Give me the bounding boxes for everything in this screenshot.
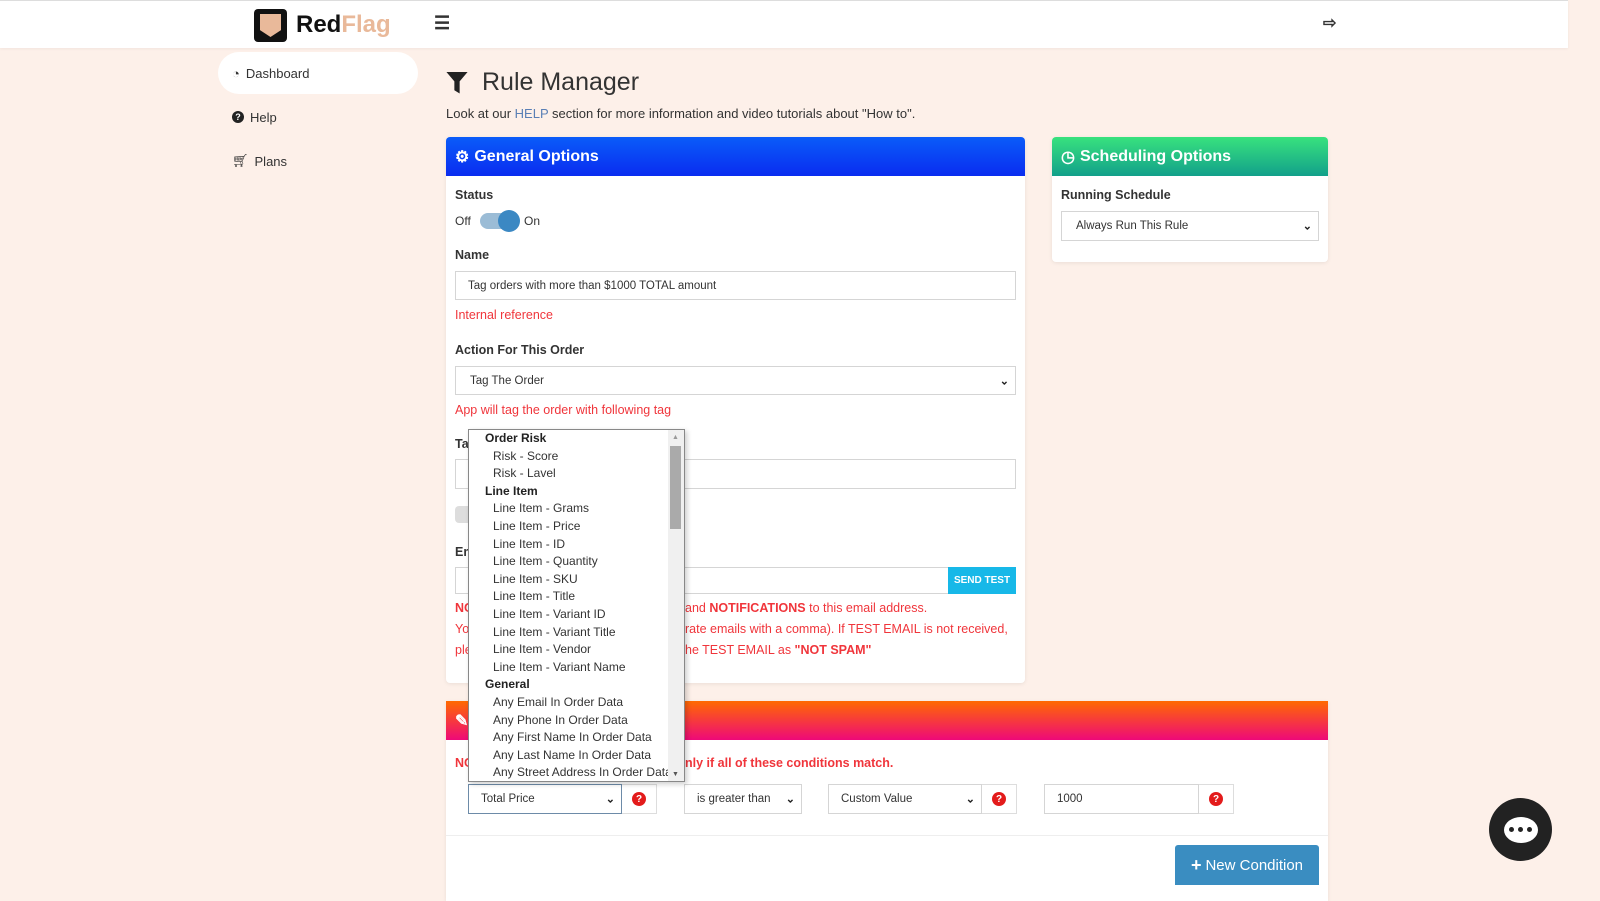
dropdown-option[interactable]: Line Item - Quantity: [469, 553, 669, 571]
chevron-down-icon: ⌄: [1302, 220, 1312, 233]
name-input[interactable]: Tag orders with more than $1000 TOTAL am…: [455, 271, 1016, 300]
dropdown-option[interactable]: Line Item - Variant ID: [469, 606, 669, 624]
edit-icon: ✎: [455, 712, 469, 730]
chevron-down-icon: ⌄: [965, 793, 975, 806]
sidebar-item-plans[interactable]: 🛒︎ Plans: [218, 140, 418, 182]
email-note-1-rest: and NOTIFICATIONS to this email address.: [685, 601, 928, 615]
email-note-2-rest: rate emails with a comma). If TEST EMAIL…: [685, 622, 1008, 636]
dropdown-scrollbar[interactable]: ▲ ▼: [668, 430, 684, 781]
shopping-cart-icon: 🛒︎: [232, 153, 249, 168]
dropdown-option[interactable]: Line Item - Vendor: [469, 641, 669, 659]
value-type-help-button[interactable]: ?: [982, 784, 1017, 814]
sidebar-item-help[interactable]: ? Help: [218, 96, 418, 138]
condition-value-type-select[interactable]: Custom Value ⌄: [828, 784, 982, 814]
send-test-button[interactable]: SEND TEST: [948, 567, 1016, 594]
question-icon: ?: [1209, 792, 1223, 806]
chevron-down-icon: ⌄: [785, 793, 795, 806]
sign-out-icon[interactable]: ⇨: [1323, 13, 1336, 33]
scheduling-options-header: ◷ Scheduling Options: [1052, 137, 1328, 176]
value-help-button[interactable]: ?: [1199, 784, 1234, 814]
dropdown-option[interactable]: Line Item - Grams: [469, 500, 669, 518]
scroll-up-icon: ▲: [672, 434, 679, 441]
dropdown-option[interactable]: Any First Name In Order Data: [469, 729, 669, 747]
status-label: Status: [455, 188, 494, 202]
dropdown-option[interactable]: Line Item - SKU: [469, 571, 669, 589]
top-header: RedFlag ☰ ⇨: [0, 0, 1568, 48]
dropdown-option[interactable]: Line Item - Title: [469, 588, 669, 606]
dropdown-option[interactable]: Line Item - Variant Title: [469, 624, 669, 642]
plus-icon: +: [1190, 854, 1202, 875]
dropdown-option[interactable]: Risk - Score: [469, 448, 669, 466]
dropdown-option[interactable]: Risk - Lavel: [469, 465, 669, 483]
divider: [446, 835, 1328, 836]
hamburger-icon[interactable]: ☰: [434, 13, 450, 34]
on-label: On: [524, 214, 541, 228]
action-select[interactable]: Tag The Order ⌄: [455, 366, 1016, 395]
tag-label: Ta: [455, 437, 469, 451]
sidebar-item-label: Help: [250, 109, 277, 125]
chat-icon: [1503, 816, 1538, 843]
clock-icon: ◷: [1061, 148, 1075, 166]
tachometer-icon: ◔: [232, 65, 240, 81]
dropdown-option[interactable]: Any Last Name In Order Data: [469, 747, 669, 765]
email-note-3-rest: he TEST EMAIL as "NOT SPAM": [685, 643, 872, 657]
dropdown-group-label: Order Risk: [485, 431, 547, 445]
dropdown-option[interactable]: Any Phone In Order Data: [469, 712, 669, 730]
condition-field-select[interactable]: Total Price ⌄: [468, 784, 622, 814]
off-label: Off: [455, 214, 471, 228]
dropdown-option[interactable]: Any Street Address In Order Data: [469, 764, 672, 781]
name-help: Internal reference: [455, 308, 553, 322]
sidebar-item-label: Plans: [254, 153, 288, 169]
question-circle-icon: ?: [232, 111, 244, 123]
question-icon: ?: [992, 792, 1006, 806]
conditions-note-rest: nly if all of these conditions match.: [685, 756, 894, 770]
action-help: App will tag the order with following ta…: [455, 403, 672, 417]
status-toggle[interactable]: [480, 210, 520, 232]
name-label: Name: [455, 248, 490, 262]
filter-icon: [446, 71, 468, 94]
running-schedule-label: Running Schedule: [1061, 188, 1171, 202]
page-subtitle: Look at our HELP section for more inform…: [446, 106, 916, 121]
new-condition-button[interactable]: + New Condition: [1175, 845, 1319, 885]
scroll-down-icon: ▼: [672, 771, 679, 778]
dropdown-group-label: General: [485, 677, 530, 692]
scheduling-options-card: ◷ Scheduling Options Running Schedule Alw…: [1052, 137, 1328, 262]
redflag-logo-icon: [254, 9, 287, 42]
dropdown-option[interactable]: Line Item - Price: [469, 518, 669, 536]
page-title: Rule Manager: [446, 68, 639, 97]
condition-value-input[interactable]: 1000: [1044, 784, 1199, 814]
sidebar-item-label: Dashboard: [245, 65, 310, 81]
dropdown-option[interactable]: Any Email In Order Data: [469, 694, 669, 712]
dropdown-group-label: Line Item: [485, 483, 538, 498]
question-icon: ?: [632, 792, 646, 806]
condition-operator-select[interactable]: is greater than ⌄: [684, 784, 802, 814]
chevron-down-icon: ⌄: [605, 793, 615, 806]
action-label: Action For This Order: [455, 343, 585, 357]
dropdown-option[interactable]: Line Item - Variant Name: [469, 659, 669, 677]
chevron-down-icon: ⌄: [999, 375, 1009, 387]
general-options-header: ⚙ General Options: [446, 137, 1025, 176]
help-link[interactable]: HELP: [515, 106, 549, 121]
condition-field-dropdown[interactable]: Order Risk Risk - Score Risk - Lavel Line I…: [468, 429, 685, 782]
sidebar-item-dashboard[interactable]: ◔ Dashboard: [218, 52, 418, 94]
dropdown-option[interactable]: Line Item - ID: [469, 536, 669, 554]
gear-icon: ⚙: [455, 148, 470, 166]
field-help-button[interactable]: ?: [622, 784, 657, 814]
running-schedule-select[interactable]: Always Run This Rule ⌄: [1061, 211, 1319, 241]
chat-button[interactable]: [1489, 798, 1552, 861]
brand-name: RedFlag: [296, 11, 391, 38]
